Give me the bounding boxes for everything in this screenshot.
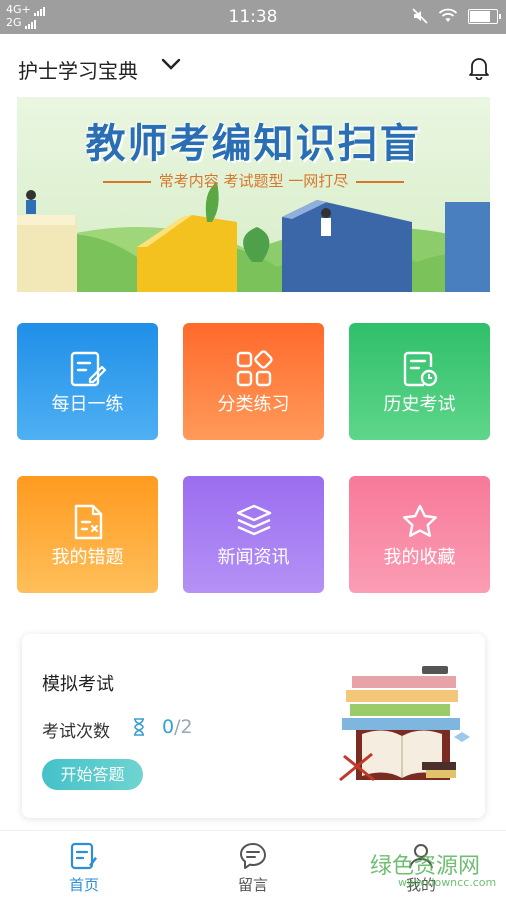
tile-label: 每日一练 [51,394,124,415]
layers-icon [236,504,271,536]
battery-icon [468,8,501,24]
tile-label: 历史考试 [383,394,456,415]
watermark-url: www.downcc.com [398,876,497,889]
banner-title: 教师考编知识扫盲 [85,121,422,167]
history-exam-button[interactable]: 历史考试 [349,323,490,440]
hourglass-icon [134,718,144,736]
start-exam-button[interactable]: 开始答题 [42,759,143,790]
history-doc-icon [403,351,437,387]
home-doc-icon [70,842,97,870]
nav-messages[interactable]: 留言 [203,831,303,901]
tile-label: 我的收藏 [383,547,456,568]
nav-label: 留言 [237,876,268,894]
edit-note-icon [70,351,106,387]
app-title[interactable]: 护士学习宝典 [18,55,138,84]
tile-label: 新闻资讯 [217,547,290,568]
mock-exam-title: 模拟考试 [42,674,114,695]
message-icon [240,843,266,869]
favorites-button[interactable]: 我的收藏 [349,476,490,593]
exam-count-label: 考试次数 [42,722,110,742]
bell-icon[interactable] [468,56,490,80]
star-icon [402,504,437,537]
wifi-icon [438,8,458,22]
chevron-down-icon[interactable] [160,56,182,72]
promo-banner[interactable]: 教师考编知识扫盲 常考内容 考试题型 一网打尽 [17,97,490,292]
daily-practice-button[interactable]: 每日一练 [17,323,158,440]
tile-label: 我的错题 [51,547,124,568]
books-illustration [339,666,470,782]
category-icon [236,350,273,387]
wrong-questions-button[interactable]: 我的错题 [17,476,158,593]
category-practice-button[interactable]: 分类练习 [183,323,324,440]
wrong-doc-icon [74,504,102,540]
mute-icon [412,8,428,24]
header: 护士学习宝典 [0,34,506,98]
tile-label: 分类练习 [217,394,290,415]
exam-count-value: 0/2 [162,716,193,738]
nav-home[interactable]: 首页 [34,831,134,901]
status-bar: 4G+ 2G 11:38 [0,0,506,34]
banner-subtitle: 常考内容 考试题型 一网打尽 [17,170,490,191]
nav-label: 首页 [68,876,99,894]
mock-exam-card: 模拟考试 考试次数 0/2 开始答题 [22,634,485,818]
news-button[interactable]: 新闻资讯 [183,476,324,593]
